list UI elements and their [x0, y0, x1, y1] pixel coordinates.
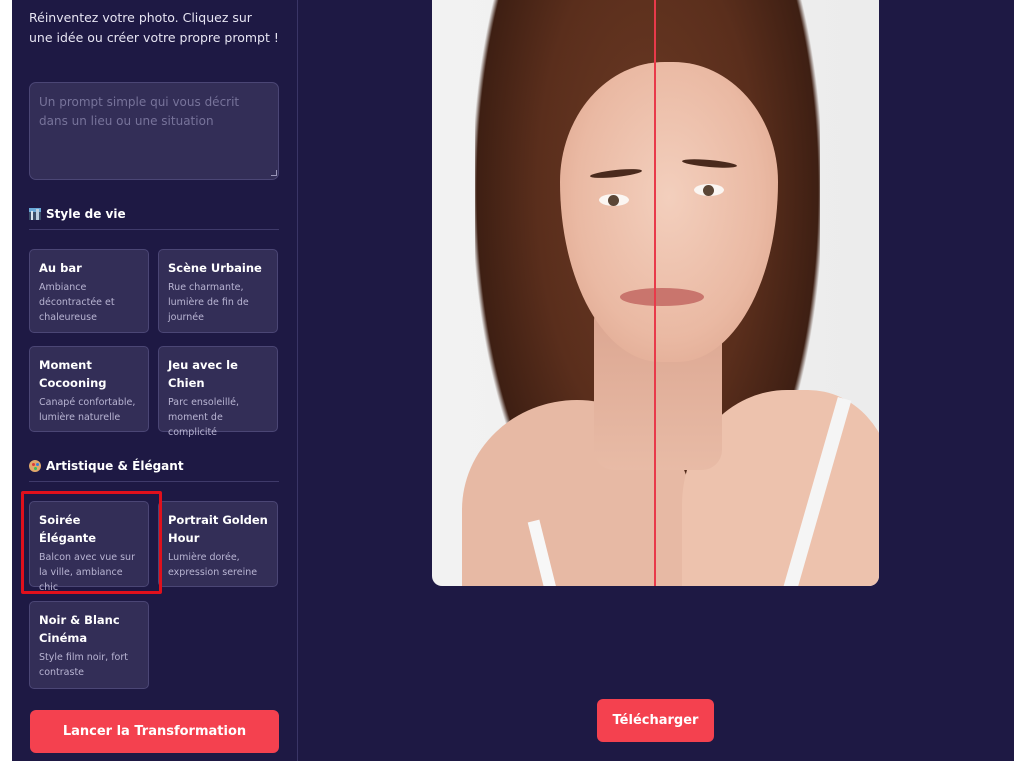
card-title: Portrait Golden Hour	[168, 513, 268, 545]
comparison-divider[interactable]	[654, 0, 656, 586]
card-description: Lumière dorée, expression sereine	[168, 552, 258, 578]
idea-card-jeu-avec-le-chien[interactable]: Jeu avec le Chien Parc ensoleillé, momen…	[158, 346, 278, 438]
sidebar: Réinventez votre photo. Cliquez sur une …	[12, 0, 298, 761]
download-button[interactable]: Télécharger	[597, 699, 714, 742]
cityscape-icon	[29, 208, 41, 220]
prompt-input[interactable]	[29, 82, 279, 180]
app-window: Réinventez votre photo. Cliquez sur une …	[12, 0, 1014, 761]
card-title: Au bar	[39, 261, 82, 275]
card-description: Style film noir, fort contraste	[39, 652, 128, 678]
idea-card-au-bar[interactable]: Au bar Ambiance décontractée et chaleure…	[29, 249, 149, 333]
section-title-style-de-vie: Style de vie	[29, 207, 279, 230]
launch-transformation-button[interactable]: Lancer la Transformation	[30, 710, 279, 753]
palette-icon	[29, 460, 41, 472]
card-title: Jeu avec le Chien	[168, 358, 238, 390]
card-title: Scène Urbaine	[168, 261, 262, 275]
idea-card-noir-blanc-cinema[interactable]: Noir & Blanc Cinéma Style film noir, for…	[29, 601, 149, 689]
portrait-eye	[599, 194, 629, 206]
card-description: Rue charmante, lumière de fin de journée	[168, 282, 249, 323]
idea-card-portrait-golden-hour[interactable]: Portrait Golden Hour Lumière dorée, expr…	[158, 501, 278, 587]
resize-grip-icon[interactable]	[271, 170, 277, 176]
card-title: Noir & Blanc Cinéma	[39, 613, 120, 645]
before-after-comparison[interactable]	[432, 0, 879, 586]
idea-card-soiree-elegante[interactable]: Soirée Élégante Balcon avec vue sur la v…	[29, 501, 149, 593]
card-title: Soirée Élégante	[39, 513, 97, 545]
portrait-eye	[694, 184, 724, 196]
card-title: Moment Cocooning	[39, 358, 107, 390]
section-title-label: Style de vie	[46, 207, 126, 221]
section-title-artistique: Artistique & Élégant	[29, 459, 279, 482]
card-description: Balcon avec vue sur la ville, ambiance c…	[39, 552, 135, 593]
card-description: Canapé confortable, lumière naturelle	[39, 397, 136, 423]
idea-card-moment-cocooning[interactable]: Moment Cocooning Canapé confortable, lum…	[29, 346, 149, 432]
card-description: Parc ensoleillé, moment de complicité	[168, 397, 239, 438]
idea-card-scene-urbaine[interactable]: Scène Urbaine Rue charmante, lumière de …	[158, 249, 278, 333]
section-title-label: Artistique & Élégant	[46, 459, 184, 473]
portrait-lips	[620, 288, 704, 306]
sidebar-intro: Réinventez votre photo. Cliquez sur une …	[29, 10, 279, 45]
card-description: Ambiance décontractée et chaleureuse	[39, 282, 115, 323]
